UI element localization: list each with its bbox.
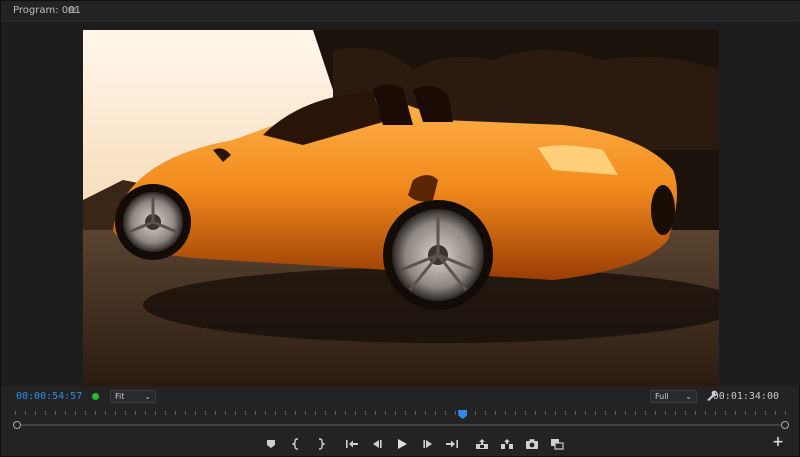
video-frame (83, 30, 719, 387)
hamburger-menu-icon[interactable]: ≡ (67, 3, 77, 17)
mark-in-icon[interactable] (289, 436, 305, 452)
play-icon[interactable] (394, 436, 410, 452)
lift-icon[interactable] (474, 436, 490, 452)
ruler-ticks (15, 411, 787, 415)
program-viewer (1, 22, 800, 387)
monitor-controls-row: 00:00:54:57 Fit ⌄ Full ⌄ 00:01:34:00 (1, 387, 800, 407)
zoom-level-select[interactable]: Fit ⌄ (110, 390, 156, 403)
chevron-down-icon: ⌄ (685, 392, 692, 401)
chevron-down-icon: ⌄ (144, 392, 151, 401)
time-ruler[interactable] (1, 407, 800, 419)
comparison-view-icon[interactable] (549, 436, 565, 452)
playback-resolution-select[interactable]: Full ⌄ (650, 390, 697, 403)
go-to-out-icon[interactable] (444, 436, 460, 452)
panel-header: Program: 001 ≡ (1, 1, 800, 21)
video-frame-image (83, 30, 719, 387)
zoom-scroll-track (17, 424, 785, 426)
playhead-marker[interactable] (458, 410, 468, 419)
current-timecode[interactable]: 00:00:54:57 (16, 391, 82, 402)
mark-out-icon[interactable] (312, 436, 328, 452)
zoom-level-value: Fit (115, 392, 125, 401)
step-back-icon[interactable] (369, 436, 385, 452)
duration-timecode: 00:01:34:00 (712, 391, 779, 402)
status-indicator-icon (92, 393, 99, 400)
zoom-scroll-bar[interactable] (1, 419, 800, 431)
export-frame-icon[interactable] (524, 436, 540, 452)
transport-controls: + (1, 432, 800, 456)
step-forward-icon[interactable] (420, 436, 436, 452)
program-monitor-panel: Program: 001 ≡ 00:00:54:57 Fit ⌄ Full ⌄ … (0, 0, 800, 457)
go-to-in-icon[interactable] (344, 436, 360, 452)
zoom-handle-right[interactable] (781, 421, 789, 429)
playback-resolution-value: Full (655, 392, 669, 401)
button-editor-plus-icon[interactable]: + (772, 435, 784, 449)
extract-icon[interactable] (499, 436, 515, 452)
add-marker-icon[interactable] (263, 436, 279, 452)
zoom-handle-left[interactable] (13, 421, 21, 429)
